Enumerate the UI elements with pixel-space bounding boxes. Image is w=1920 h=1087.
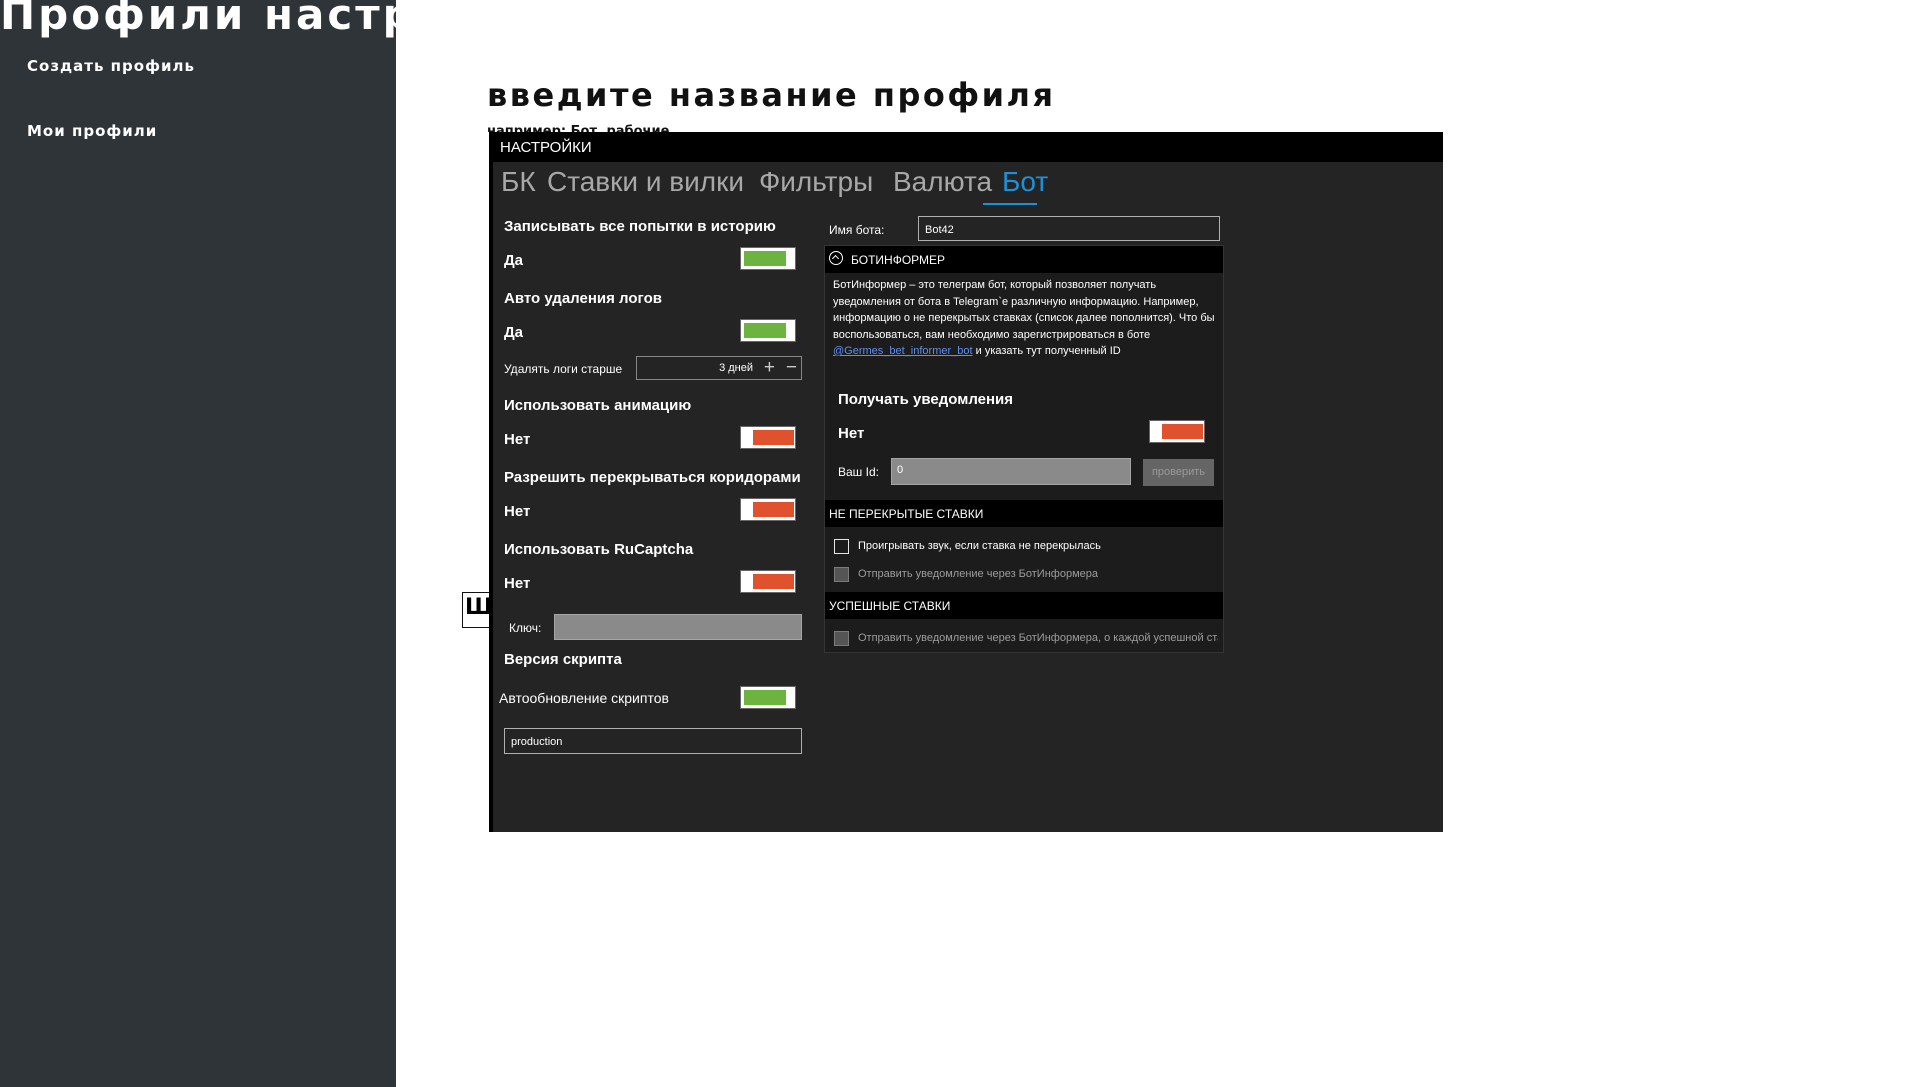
bot-informer-description: БотИнформер – это телеграм бот, который … xyxy=(833,277,1223,360)
history-label: Записывать все попытки в историю xyxy=(504,218,776,235)
sidebar: Профили настроек Создать профиль Мои про… xyxy=(0,0,508,1087)
hidden-field-stub: Ш xyxy=(462,592,492,628)
script-version-heading: Версия скрипта xyxy=(504,651,622,668)
app-title: Профили настроек xyxy=(0,0,511,39)
bot-name-input[interactable]: Bot42 xyxy=(918,216,1220,241)
bot-informer-link[interactable]: @Germes_bet_informer_bot xyxy=(833,345,973,357)
bot-informer-desc-text: БотИнформер – это телеграм бот, который … xyxy=(833,279,1215,341)
notify-toggle[interactable] xyxy=(1149,420,1205,443)
rucaptcha-value: Нет xyxy=(504,575,531,592)
history-toggle[interactable] xyxy=(740,247,796,270)
autoupdate-label: Автообновление скриптов xyxy=(499,690,669,706)
settings-title-bar: НАСТРОЙКИ xyxy=(489,132,1443,162)
settings-window: НАСТРОЙКИ БК Ставки и вилки Фильтры Валю… xyxy=(489,132,1443,832)
notify-value: Нет xyxy=(838,425,865,442)
success-bets-header: УСПЕШНЫЕ СТАВКИ xyxy=(825,592,1223,619)
animation-value: Нет xyxy=(504,431,531,448)
autodelete-toggle[interactable] xyxy=(740,319,796,342)
active-tab-underline xyxy=(983,203,1037,205)
your-id-input[interactable]: 0 xyxy=(891,458,1131,485)
autodelete-label: Авто удаления логов xyxy=(504,290,662,307)
overlap-value: Нет xyxy=(504,503,531,520)
unblocked-bets-header: НЕ ПЕРЕКРЫТЫЕ СТАВКИ xyxy=(825,500,1223,527)
check-id-button[interactable]: проверить xyxy=(1143,459,1214,486)
chevron-up-circle-icon[interactable] xyxy=(829,251,843,265)
tab-bets-forks[interactable]: Ставки и вилки xyxy=(547,166,744,198)
delete-older-stepper[interactable]: 3 дней + − xyxy=(636,356,802,380)
delete-older-label: Удалять логи старше xyxy=(504,362,623,376)
bot-informer-panel: БОТИНФОРМЕР БотИнформер – это телеграм б… xyxy=(824,245,1224,653)
notify-label: Получать уведомления xyxy=(838,391,1014,408)
animation-toggle[interactable] xyxy=(740,426,796,449)
rucaptcha-key-input[interactable] xyxy=(554,614,802,640)
rucaptcha-label: Использовать RuCaptcha xyxy=(504,541,694,558)
success-bets-title: УСПЕШНЫЕ СТАВКИ xyxy=(829,599,951,613)
tab-bk[interactable]: БК xyxy=(501,166,536,198)
key-label: Ключ: xyxy=(509,621,542,635)
overlap-label: Разрешить перекрываться коридорами xyxy=(504,469,801,486)
history-value: Да xyxy=(504,252,524,269)
bot-informer-title: БОТИНФОРМЕР xyxy=(851,253,946,267)
rucaptcha-toggle[interactable] xyxy=(740,570,796,593)
notify-unblocked-checkbox[interactable] xyxy=(834,567,849,582)
autodelete-value: Да xyxy=(504,324,524,341)
play-sound-checkbox[interactable] xyxy=(834,539,849,554)
notify-success-label: Отправить уведомление через БотИнформера… xyxy=(858,632,1218,644)
script-branch-select[interactable]: production xyxy=(504,728,802,754)
notify-success-checkbox[interactable] xyxy=(834,631,849,646)
tab-bot[interactable]: Бот xyxy=(1002,166,1048,198)
delete-older-value: 3 дней xyxy=(719,362,753,374)
sidebar-item-create-profile[interactable]: Создать профиль xyxy=(27,57,195,75)
window-left-edge xyxy=(489,162,493,832)
play-sound-label: Проигрывать звук, если ставка не перекры… xyxy=(858,540,1101,552)
profile-name-hint: например: Бот, рабочие xyxy=(487,124,670,132)
bot-informer-desc-tail: и указать тут полученный ID xyxy=(972,345,1121,357)
bot-name-label: Имя бота: xyxy=(829,223,885,237)
animation-label: Использовать анимацию xyxy=(504,397,692,414)
unblocked-bets-title: НЕ ПЕРЕКРЫТЫЕ СТАВКИ xyxy=(829,507,984,521)
overlap-toggle[interactable] xyxy=(740,498,796,521)
tab-currency[interactable]: Валюта xyxy=(893,166,992,198)
plus-icon[interactable]: + xyxy=(764,357,775,379)
tab-filters[interactable]: Фильтры xyxy=(759,166,873,198)
profile-name-heading[interactable]: введите название профиля xyxy=(487,76,1056,114)
sidebar-item-my-profiles[interactable]: Мои профили xyxy=(27,122,157,140)
notify-unblocked-label: Отправить уведомление через БотИнформера xyxy=(858,568,1098,580)
bot-informer-header[interactable]: БОТИНФОРМЕР xyxy=(825,246,1223,273)
settings-title: НАСТРОЙКИ xyxy=(500,139,592,156)
your-id-label: Ваш Id: xyxy=(838,465,879,479)
autoupdate-toggle[interactable] xyxy=(740,686,796,709)
minus-icon[interactable]: − xyxy=(786,357,797,379)
